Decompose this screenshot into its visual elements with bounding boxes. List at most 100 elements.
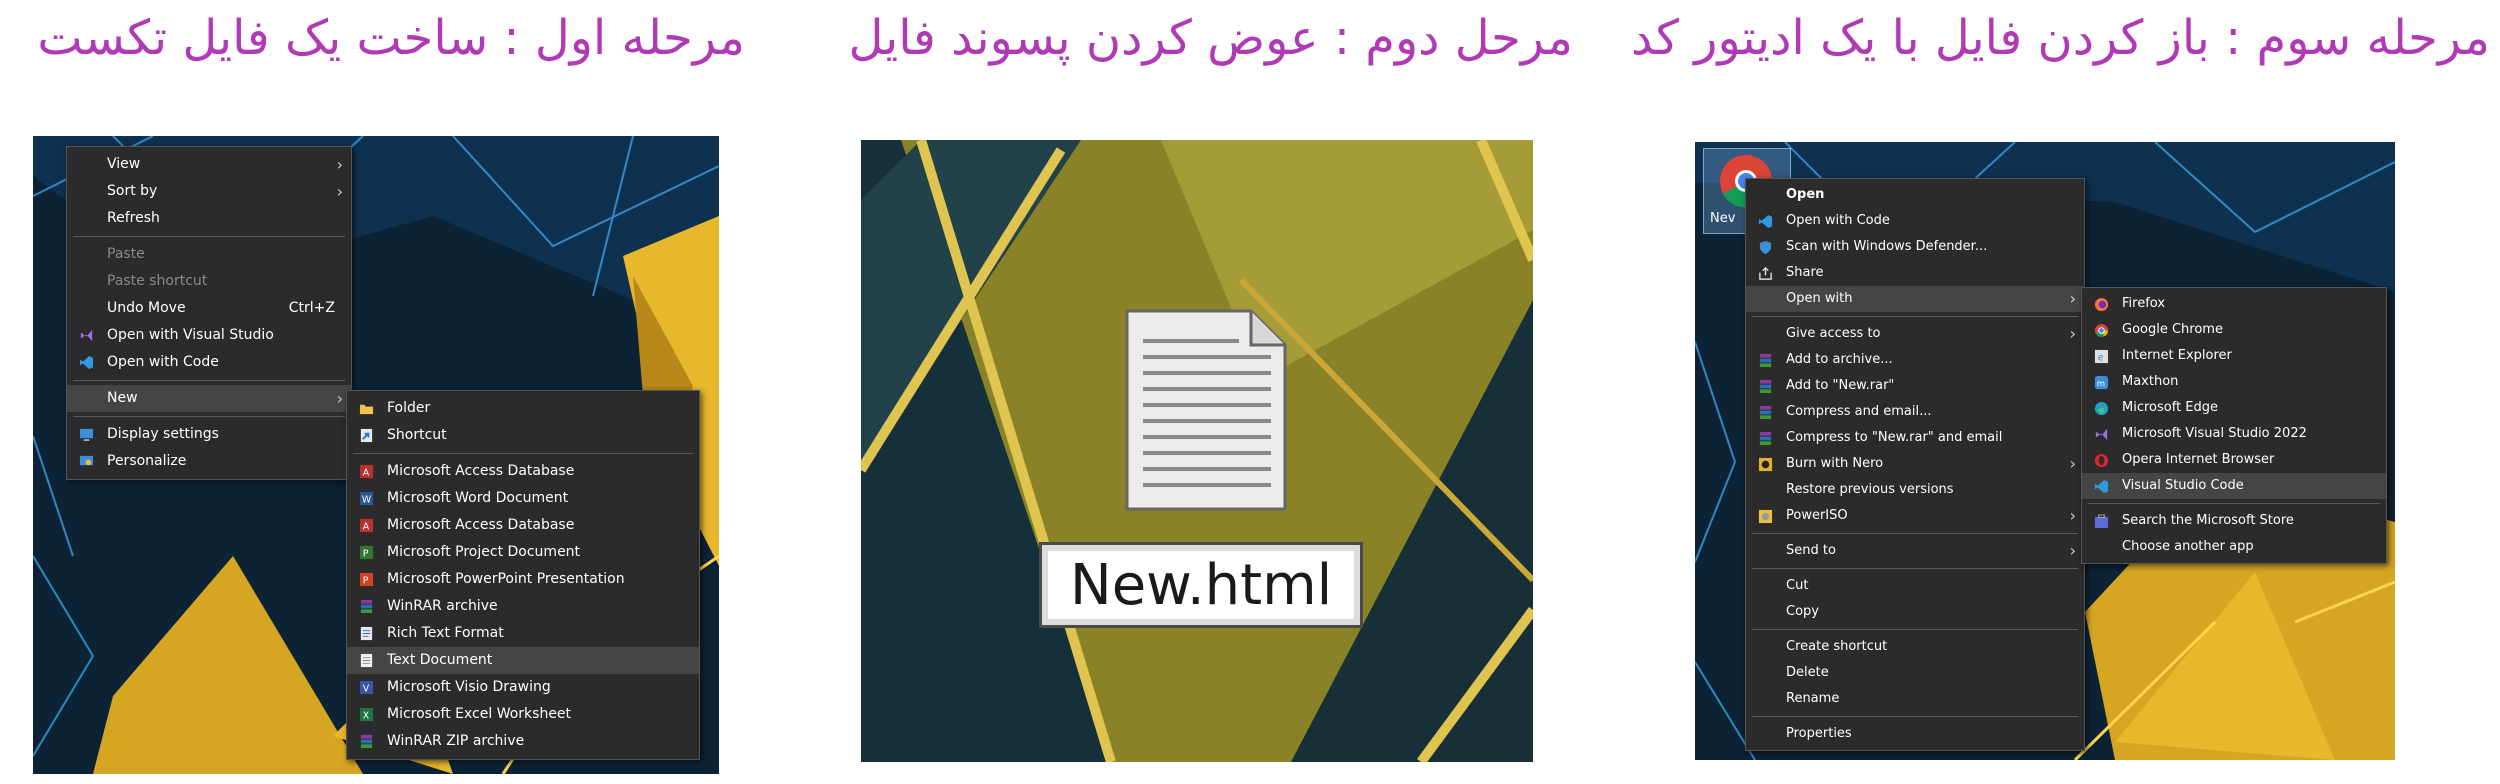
menu-item-label: Opera Internet Browser [2122, 452, 2275, 467]
submenu-item-opera[interactable]: Opera Internet Browser [2082, 447, 2386, 473]
submenu-item-google-chrome[interactable]: Google Chrome [2082, 317, 2386, 343]
panel-step2-file: New.html [861, 140, 1533, 762]
menu-item-label: Send to [1786, 543, 1836, 558]
menu-item-label: Display settings [107, 426, 219, 442]
menu-item-label: Microsoft PowerPoint Presentation [387, 571, 625, 587]
visual-studio-icon [80, 329, 93, 342]
menu-item-label: WinRAR ZIP archive [387, 733, 525, 749]
menu-item-copy[interactable]: Copy [1746, 599, 2084, 625]
chevron-right-icon: › [2069, 454, 2076, 473]
submenu-item-rtf[interactable]: Rich Text Format [347, 620, 699, 647]
submenu-item-word[interactable]: W Microsoft Word Document [347, 485, 699, 512]
menu-item-label: Compress to "New.rar" and email [1786, 430, 2003, 445]
menu-item-label: Microsoft Access Database [387, 517, 575, 533]
menu-item-open-with[interactable]: Open with › [1746, 286, 2084, 312]
menu-item-scan-defender[interactable]: Scan with Windows Defender... [1746, 234, 2084, 260]
menu-item-poweriso[interactable]: PowerISO › [1746, 503, 2084, 529]
opera-icon [2094, 453, 2109, 468]
submenu-item-access-2[interactable]: A Microsoft Access Database [347, 512, 699, 539]
menu-item-label: Add to archive... [1786, 352, 1893, 367]
submenu-item-firefox[interactable]: Firefox [2082, 291, 2386, 317]
menu-item-refresh[interactable]: Refresh [67, 205, 351, 232]
menu-item-delete[interactable]: Delete [1746, 660, 2084, 686]
menu-item-label: Personalize [107, 453, 187, 469]
menu-item-compress-email[interactable]: Compress and email... [1746, 399, 2084, 425]
file-name-label[interactable]: New.html [1039, 542, 1363, 628]
menu-item-rename[interactable]: Rename [1746, 686, 2084, 712]
menu-item-label: Scan with Windows Defender... [1786, 239, 1988, 254]
menu-item-open-with-code[interactable]: Open with Code [1746, 208, 2084, 234]
panel-step3-open-with: Nev Open Open with Code Scan with Window… [1695, 142, 2395, 760]
submenu-item-internet-explorer[interactable]: e Internet Explorer [2082, 343, 2386, 369]
svg-text:W: W [362, 494, 371, 505]
menu-item-label: Firefox [2122, 296, 2166, 311]
submenu-item-visual-studio-2022[interactable]: Microsoft Visual Studio 2022 [2082, 421, 2386, 447]
menu-item-add-to-archive[interactable]: Add to archive... [1746, 347, 2084, 373]
submenu-item-maxthon[interactable]: m Maxthon [2082, 369, 2386, 395]
menu-item-create-shortcut[interactable]: Create shortcut [1746, 634, 2084, 660]
menu-item-label: Undo Move [107, 300, 186, 316]
submenu-item-microsoft-edge[interactable]: Microsoft Edge [2082, 395, 2386, 421]
menu-item-undo-move[interactable]: Undo Move Ctrl+Z [67, 295, 351, 322]
menu-item-add-to-new-rar[interactable]: Add to "New.rar" [1746, 373, 2084, 399]
access-icon: A [359, 464, 374, 478]
winrar-icon [1759, 405, 1772, 420]
menu-item-label: New [107, 390, 138, 406]
submenu-item-shortcut[interactable]: Shortcut [347, 422, 699, 449]
text-document-icon [360, 653, 373, 668]
menu-item-open[interactable]: Open [1746, 182, 2084, 208]
menu-item-open-with-visual-studio[interactable]: Open with Visual Studio [67, 322, 351, 349]
menu-item-label: Sort by [107, 183, 158, 199]
submenu-item-winrar-zip[interactable]: WinRAR ZIP archive [347, 728, 699, 755]
submenu-item-visual-studio-code[interactable]: Visual Studio Code [2082, 473, 2386, 499]
submenu-item-search-store[interactable]: Search the Microsoft Store [2082, 508, 2386, 534]
menu-item-properties[interactable]: Properties [1746, 721, 2084, 747]
menu-item-label: WinRAR archive [387, 598, 498, 614]
menu-item-label: Paste [107, 246, 145, 262]
menu-item-share[interactable]: Share [1746, 260, 2084, 286]
submenu-item-winrar[interactable]: WinRAR archive [347, 593, 699, 620]
menu-item-send-to[interactable]: Send to › [1746, 538, 2084, 564]
access-icon: A [359, 518, 374, 532]
menu-item-label: Choose another app [2122, 539, 2254, 554]
file-context-menu: Open Open with Code Scan with Windows De… [1745, 178, 2085, 751]
menu-divider [73, 416, 345, 417]
submenu-item-excel[interactable]: X Microsoft Excel Worksheet [347, 701, 699, 728]
menu-item-label: Create shortcut [1786, 639, 1888, 654]
menu-item-display-settings[interactable]: Display settings [67, 421, 351, 448]
menu-item-sort-by[interactable]: Sort by › [67, 178, 351, 205]
submenu-item-project[interactable]: P Microsoft Project Document [347, 539, 699, 566]
menu-item-view[interactable]: View › [67, 151, 351, 178]
submenu-item-folder[interactable]: Folder [347, 395, 699, 422]
submenu-item-text-document[interactable]: Text Document [347, 647, 699, 674]
menu-divider [353, 453, 693, 454]
firefox-icon [2094, 297, 2109, 312]
menu-item-label: View [107, 156, 141, 172]
submenu-item-powerpoint[interactable]: P Microsoft PowerPoint Presentation [347, 566, 699, 593]
menu-item-compress-rar-email[interactable]: Compress to "New.rar" and email [1746, 425, 2084, 451]
submenu-item-visio[interactable]: V Microsoft Visio Drawing [347, 674, 699, 701]
menu-divider [1752, 316, 2078, 317]
chevron-right-icon: › [2069, 541, 2076, 560]
svg-text:X: X [363, 710, 370, 721]
menu-item-label: Microsoft Visual Studio 2022 [2122, 426, 2307, 441]
submenu-item-access-1[interactable]: A Microsoft Access Database [347, 458, 699, 485]
text-file-icon[interactable] [1121, 305, 1291, 515]
svg-text:A: A [363, 467, 370, 478]
menu-item-give-access[interactable]: Give access to › [1746, 321, 2084, 347]
menu-item-label: Burn with Nero [1786, 456, 1884, 471]
menu-item-new[interactable]: New › [67, 385, 351, 412]
submenu-item-choose-another-app[interactable]: Choose another app [2082, 534, 2386, 560]
menu-item-restore-versions[interactable]: Restore previous versions [1746, 477, 2084, 503]
menu-item-cut[interactable]: Cut [1746, 573, 2084, 599]
winrar-icon [1759, 431, 1772, 446]
menu-item-label: Rename [1786, 691, 1840, 706]
menu-item-label: Microsoft Edge [2122, 400, 2219, 415]
vscode-icon [1758, 214, 1773, 229]
vscode-icon [79, 355, 94, 370]
menu-item-personalize[interactable]: Personalize [67, 448, 351, 475]
menu-item-open-with-code[interactable]: Open with Code [67, 349, 351, 376]
chevron-right-icon: › [2069, 506, 2076, 525]
menu-item-burn-nero[interactable]: Burn with Nero › [1746, 451, 2084, 477]
menu-item-label: Google Chrome [2122, 322, 2223, 337]
